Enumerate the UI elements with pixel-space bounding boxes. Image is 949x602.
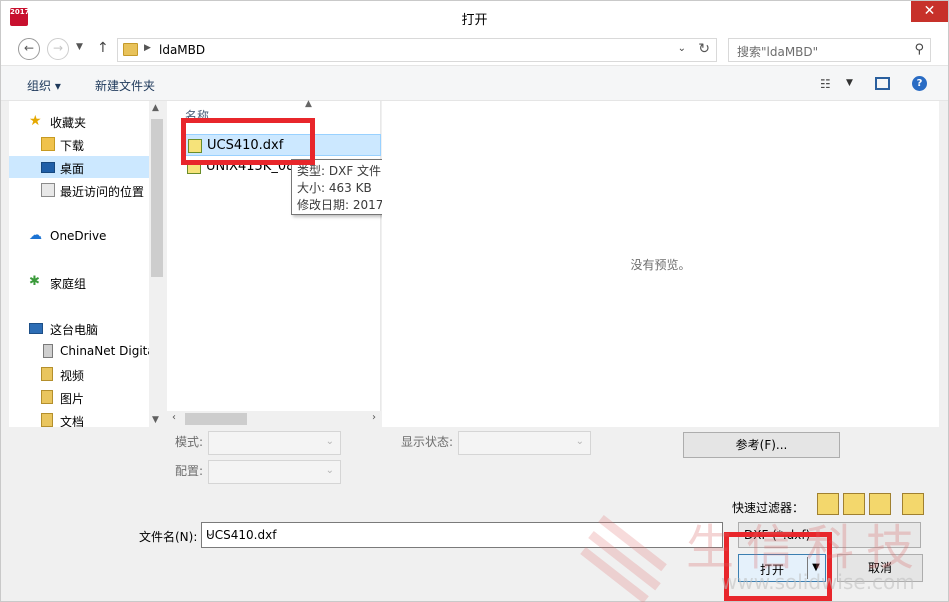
sidebar-item-network-drive[interactable]: ChinaNet Digita (9, 340, 155, 362)
reference-button[interactable]: 参考(F)... (683, 432, 840, 458)
sidebar-item-downloads[interactable]: 下载 (9, 133, 149, 155)
view-options-dropdown-icon[interactable]: ▼ (846, 78, 853, 88)
filter-top-level-icon[interactable] (902, 493, 924, 515)
scroll-down-icon[interactable]: ▼ (152, 415, 159, 425)
chevron-down-icon[interactable]: ⌄ (206, 528, 718, 539)
sidebar-item-pictures[interactable]: 图片 (9, 386, 149, 408)
open-file-dialog: 2017 打开 ✕ ← → ▼ ↑ ▶ ldaMBD ⌄ ↻ 搜索"ldaMBD… (0, 0, 949, 602)
scrollbar-thumb[interactable] (185, 413, 247, 425)
filelist-horizontal-scrollbar[interactable]: ‹ › (167, 411, 381, 427)
sidebar-item-label: 收藏夹 (50, 116, 87, 130)
scroll-right-icon[interactable]: › (372, 412, 376, 423)
sidebar-item-label: 图片 (60, 392, 85, 406)
sidebar-item-videos[interactable]: 视频 (9, 363, 149, 385)
window-title: 打开 (461, 13, 488, 28)
command-bar: 组织 ▾ 新建文件夹 ☷ ▼ ? (1, 65, 948, 101)
sidebar-item-label: ChinaNet Digita (60, 344, 155, 358)
forward-button[interactable]: → (47, 38, 69, 60)
sidebar-item-desktop[interactable]: 桌面 (9, 156, 149, 178)
sidebar-item-favorites[interactable]: ★ 收藏夹 (9, 110, 149, 132)
sidebar-item-this-pc[interactable]: 这台电脑 (9, 317, 149, 339)
recent-locations-dropdown-icon[interactable]: ▼ (76, 42, 83, 52)
help-icon[interactable]: ? (912, 76, 927, 91)
title-bar: 2017 打开 ✕ (1, 1, 948, 33)
up-arrow-icon[interactable]: ↑ (97, 40, 109, 56)
homegroup-icon: ✱ (29, 274, 40, 289)
network-drive-icon (43, 344, 53, 358)
chevron-down-icon: ⌄ (575, 436, 584, 447)
close-button[interactable]: ✕ (911, 1, 948, 22)
organize-button[interactable]: 组织 ▾ (27, 77, 61, 94)
sidebar-item-onedrive[interactable]: ☁ OneDrive (9, 225, 149, 247)
chevron-down-icon: ⌄ (325, 436, 334, 447)
star-icon: ★ (29, 113, 42, 129)
highlight-box-open (724, 532, 832, 601)
preview-pane: 没有预览。 (382, 101, 939, 427)
display-state-select: ⌄ (458, 431, 591, 455)
config-label: 配置: (175, 464, 204, 478)
arrow-left-icon: ← (23, 41, 35, 55)
sidebar-item-label: 最近访问的位置 (60, 185, 145, 199)
documents-library-icon (41, 413, 53, 427)
arrow-right-icon: → (52, 41, 64, 55)
sidebar-item-label: 下载 (60, 139, 85, 153)
refresh-icon[interactable]: ↻ (698, 41, 710, 57)
videos-library-icon (41, 367, 53, 381)
no-preview-text: 没有预览。 (630, 258, 691, 272)
sidebar-item-label: 文档 (60, 415, 85, 427)
navigation-bar: ← → ▼ ↑ ▶ ldaMBD ⌄ ↻ 搜索"ldaMBD" ⚲ (1, 33, 948, 65)
filename-input[interactable]: UCS410.dxf ⌄ (201, 522, 723, 548)
search-box[interactable]: 搜索"ldaMBD" ⚲ (728, 38, 931, 62)
sort-ascending-icon: ▲ (305, 99, 312, 109)
config-select: ⌄ (208, 460, 341, 484)
back-button[interactable]: ← (18, 38, 40, 60)
sidebar-item-label: OneDrive (50, 229, 107, 243)
watermark-logo (580, 506, 681, 602)
navigation-pane: ★ 收藏夹 下载 桌面 最近访问的位置 ☁ OneDrive ✱ 家庭组 这台电… (9, 101, 165, 427)
scroll-left-icon[interactable]: ‹ (172, 412, 176, 423)
downloads-folder-icon (41, 137, 55, 151)
sidebar-item-label: 视频 (60, 369, 85, 383)
breadcrumb-folder[interactable]: ldaMBD (159, 43, 205, 57)
change-view-icon[interactable]: ☷ (820, 77, 831, 91)
mode-select: ⌄ (208, 431, 341, 455)
display-state-label: 显示状态: (401, 435, 454, 449)
sidebar-item-label: 家庭组 (50, 277, 87, 291)
sidebar-item-homegroup[interactable]: ✱ 家庭组 (9, 271, 149, 293)
sidebar-item-recent-places[interactable]: 最近访问的位置 (9, 179, 149, 201)
folder-icon (123, 43, 138, 56)
this-pc-icon (29, 323, 43, 334)
filename-label: 文件名(N): (139, 530, 198, 544)
onedrive-cloud-icon: ☁ (29, 228, 42, 243)
preview-pane-icon[interactable] (875, 77, 890, 90)
breadcrumb-separator-icon[interactable]: ▶ (144, 43, 151, 53)
desktop-icon (41, 162, 55, 173)
scrollbar-thumb[interactable] (151, 119, 163, 277)
scroll-up-icon[interactable]: ▲ (152, 103, 159, 113)
filter-drawings-icon[interactable] (869, 493, 891, 515)
sidebar-item-label: 桌面 (60, 162, 85, 176)
address-bar[interactable]: ▶ ldaMBD ⌄ ↻ (117, 38, 717, 62)
filter-assemblies-icon[interactable] (843, 493, 865, 515)
navpane-scrollbar[interactable]: ▲ ▼ (149, 101, 165, 427)
address-history-chevron-icon[interactable]: ⌄ (678, 43, 686, 54)
recent-places-icon (41, 183, 55, 197)
chevron-down-icon: ⌄ (325, 465, 334, 476)
sidebar-item-label: 这台电脑 (50, 323, 99, 337)
search-icon[interactable]: ⚲ (914, 42, 924, 57)
sidebar-item-documents[interactable]: 文档 (9, 409, 149, 427)
cancel-button[interactable]: 取消 (837, 554, 923, 582)
quick-filter-label: 快速过滤器： (732, 501, 805, 515)
search-input[interactable]: 搜索"ldaMBD" (737, 43, 818, 60)
highlight-box-file (181, 118, 315, 165)
mode-label: 模式: (175, 435, 204, 449)
pictures-library-icon (41, 390, 53, 404)
filter-parts-icon[interactable] (817, 493, 839, 515)
new-folder-button[interactable]: 新建文件夹 (95, 77, 155, 94)
